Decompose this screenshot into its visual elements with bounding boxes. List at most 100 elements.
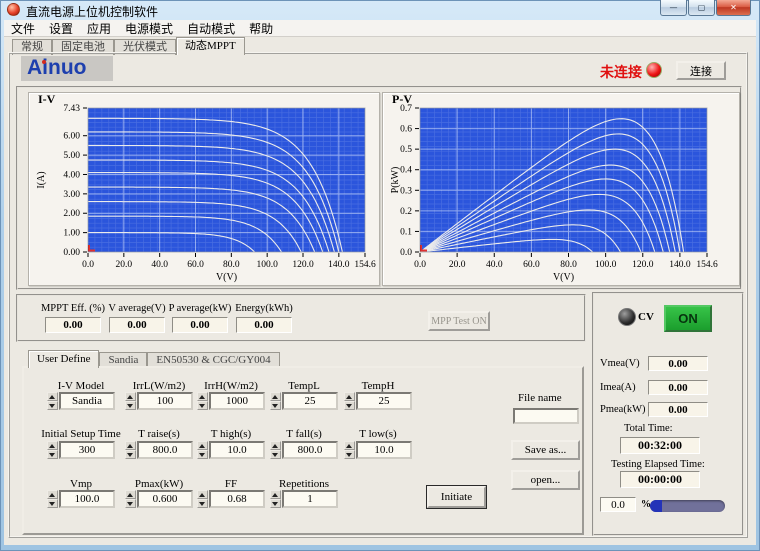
param-label-r2-c2: T raise(s) [138,428,180,440]
param-label-r2-c3: T high(s) [211,428,251,440]
close-button[interactable]: ✕ [716,0,751,16]
spinner-r2-c3[interactable] [197,441,208,459]
param-input-r1-c2[interactable] [137,392,193,410]
svg-text:100.0: 100.0 [256,260,278,270]
spinner-down-icon[interactable] [197,401,208,410]
menu-item-4[interactable]: 电源模式 [118,20,180,37]
main-tab-4[interactable]: 动态MPPT [176,37,245,55]
param-input-r1-c3[interactable] [209,392,265,410]
pv-chart: 0.70.60.50.40.30.20.10.00.020.040.060.08… [384,100,738,284]
spinner-r1-c1[interactable] [47,392,58,410]
spinner-up-icon[interactable] [125,490,136,499]
stat-label-3: P average(kW) [169,303,232,314]
svg-text:0.0: 0.0 [400,248,412,258]
brand-logo: Ainuo [21,56,113,81]
spinner-down-icon[interactable] [197,450,208,459]
spinner-r1-c4[interactable] [270,392,281,410]
param-input-r2-c3[interactable] [209,441,265,459]
param-input-r3-c2[interactable] [137,490,193,508]
spinner-r2-c5[interactable] [344,441,355,459]
file-name-label: File name [518,392,562,404]
svg-text:7.43: 7.43 [63,104,80,114]
stat-label-2: V average(V) [108,303,165,314]
spinner-down-icon[interactable] [47,499,58,508]
spinner-r3-c3[interactable] [197,490,208,508]
spinner-up-icon[interactable] [270,392,281,401]
initiate-button[interactable]: Initiate [427,486,486,508]
param-input-r1-c1[interactable] [59,392,115,410]
spinner-up-icon[interactable] [197,441,208,450]
spinner-up-icon[interactable] [270,441,281,450]
maximize-button[interactable]: ▢ [688,0,715,16]
spinner-down-icon[interactable] [344,450,355,459]
spinner-down-icon[interactable] [125,450,136,459]
menu-item-5[interactable]: 自动模式 [180,20,242,37]
spinner-up-icon[interactable] [344,441,355,450]
spinner-up-icon[interactable] [344,392,355,401]
spinner-down-icon[interactable] [270,499,281,508]
spinner-r3-c4[interactable] [270,490,281,508]
spinner-r2-c1[interactable] [47,441,58,459]
param-input-r3-c1[interactable] [59,490,115,508]
param-input-r2-c2[interactable] [137,441,193,459]
file-name-input[interactable] [513,408,579,424]
minimize-button[interactable]: — [660,0,687,16]
spinner-down-icon[interactable] [270,450,281,459]
param-input-r2-c1[interactable] [59,441,115,459]
spinner-up-icon[interactable] [47,392,58,401]
output-on-button[interactable]: ON [664,305,712,332]
param-input-r3-c3[interactable] [209,490,265,508]
svg-text:154.6: 154.6 [354,260,376,270]
svg-text:0.2: 0.2 [400,207,412,217]
spinner-down-icon[interactable] [344,401,355,410]
spinner-r3-c1[interactable] [47,490,58,508]
menu-item-3[interactable]: 应用 [80,20,118,37]
app-icon [7,3,20,16]
param-input-r1-c5[interactable] [356,392,412,410]
spinner-r1-c5[interactable] [344,392,355,410]
param-label-r3-c3: FF [225,478,237,490]
param-input-r2-c4[interactable] [282,441,338,459]
spinner-r3-c2[interactable] [125,490,136,508]
spinner-up-icon[interactable] [270,490,281,499]
svg-text:0.4: 0.4 [400,166,412,176]
param-label-r1-c5: TempH [362,380,395,392]
spinner-r1-c3[interactable] [197,392,208,410]
param-field-r2-c4 [270,441,338,459]
spinner-r1-c2[interactable] [125,392,136,410]
svg-text:V(V): V(V) [553,272,574,283]
menu-item-2[interactable]: 设置 [42,20,80,37]
spinner-up-icon[interactable] [125,392,136,401]
spinner-up-icon[interactable] [197,490,208,499]
spinner-down-icon[interactable] [125,499,136,508]
spinner-up-icon[interactable] [47,490,58,499]
spinner-up-icon[interactable] [197,392,208,401]
spinner-down-icon[interactable] [197,499,208,508]
save-as-button[interactable]: Save as... [511,440,580,460]
svg-text:2.00: 2.00 [63,209,80,219]
spinner-r2-c4[interactable] [270,441,281,459]
param-tab-1[interactable]: User Define [28,350,99,368]
menu-item-1[interactable]: 文件 [4,20,42,37]
spinner-down-icon[interactable] [270,401,281,410]
param-input-r3-c4[interactable] [282,490,338,508]
param-input-r1-c4[interactable] [282,392,338,410]
param-field-r1-c1 [47,392,115,410]
param-input-r2-c5[interactable] [356,441,412,459]
spinner-up-icon[interactable] [125,441,136,450]
param-field-r3-c4 [270,490,338,508]
mpp-test-on-button[interactable]: MPP Test ON [428,311,490,331]
svg-text:0.5: 0.5 [400,145,412,155]
svg-text:0.6: 0.6 [400,125,412,135]
spinner-down-icon[interactable] [47,401,58,410]
connect-button[interactable]: 连接 [676,61,726,80]
spinner-down-icon[interactable] [47,450,58,459]
open-button[interactable]: open... [511,470,580,490]
param-label-r2-c4: T fall(s) [286,428,322,440]
spinner-up-icon[interactable] [47,441,58,450]
spinner-down-icon[interactable] [125,401,136,410]
menu-item-6[interactable]: 帮助 [242,20,280,37]
spinner-r2-c2[interactable] [125,441,136,459]
param-field-r3-c3 [197,490,265,508]
param-field-r3-c2 [125,490,193,508]
